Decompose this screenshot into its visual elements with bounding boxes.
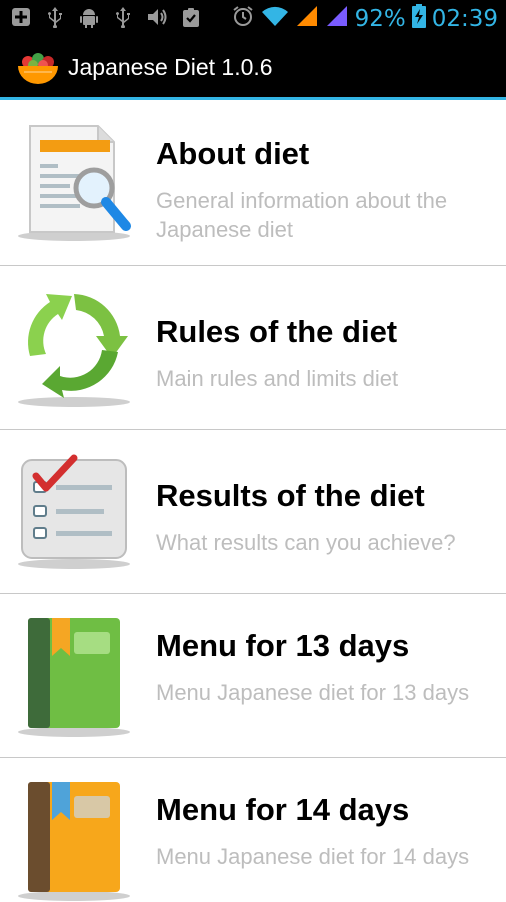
list-item-menu-14-days[interactable]: Menu for 14 days Menu Japanese diet for … <box>0 758 506 902</box>
alarm-icon <box>231 4 255 34</box>
item-subtitle: Main rules and limits diet <box>156 366 399 391</box>
usb-icon-2 <box>112 6 134 29</box>
item-title: About diet <box>156 136 310 171</box>
battery-charging-icon <box>411 4 426 34</box>
item-title: Menu for 13 days <box>156 628 410 663</box>
volume-icon <box>146 6 168 28</box>
item-title: Menu for 14 days <box>156 792 410 827</box>
green-book-icon <box>16 614 132 738</box>
item-subtitle: Menu Japanese diet for 14 days <box>156 844 470 869</box>
battery-percent: 92% <box>354 6 406 32</box>
item-subtitle: What results can you achieve? <box>156 530 456 555</box>
add-notification-icon <box>10 6 32 28</box>
wifi-icon <box>261 4 289 34</box>
notification-icons <box>10 6 202 29</box>
status-bar: 92% 02:39 <box>0 0 506 36</box>
action-bar: Japanese Diet 1.0.6 <box>0 36 506 100</box>
salad-bowl-icon[interactable] <box>16 50 60 86</box>
status-right: 92% 02:39 <box>231 4 498 34</box>
green-recycle-arrows-icon <box>16 286 132 410</box>
list-item-menu-13-days[interactable]: Menu for 13 days Menu Japanese diet for … <box>0 594 506 758</box>
checklist-icon <box>16 454 132 572</box>
app-title: Japanese Diet 1.0.6 <box>68 54 273 80</box>
document-magnifier-icon <box>16 122 132 242</box>
signal-purple-icon <box>325 4 349 34</box>
android-debug-icon <box>78 6 100 28</box>
item-title: Results of the diet <box>156 478 425 513</box>
item-subtitle: General information about the Japanese d… <box>156 188 448 242</box>
item-subtitle: Menu Japanese diet for 13 days <box>156 680 470 705</box>
list-item-rules-of-the-diet[interactable]: Rules of the diet Main rules and limits … <box>0 266 506 430</box>
clipboard-check-icon <box>180 6 202 28</box>
signal-orange-icon <box>295 4 319 34</box>
usb-icon <box>44 6 66 29</box>
orange-book-icon <box>16 778 132 902</box>
list-item-about-diet[interactable]: About diet General information about the… <box>0 100 506 266</box>
clock-time: 02:39 <box>431 6 498 32</box>
item-title: Rules of the diet <box>156 314 398 349</box>
list-item-results-of-the-diet[interactable]: Results of the diet What results can you… <box>0 430 506 594</box>
